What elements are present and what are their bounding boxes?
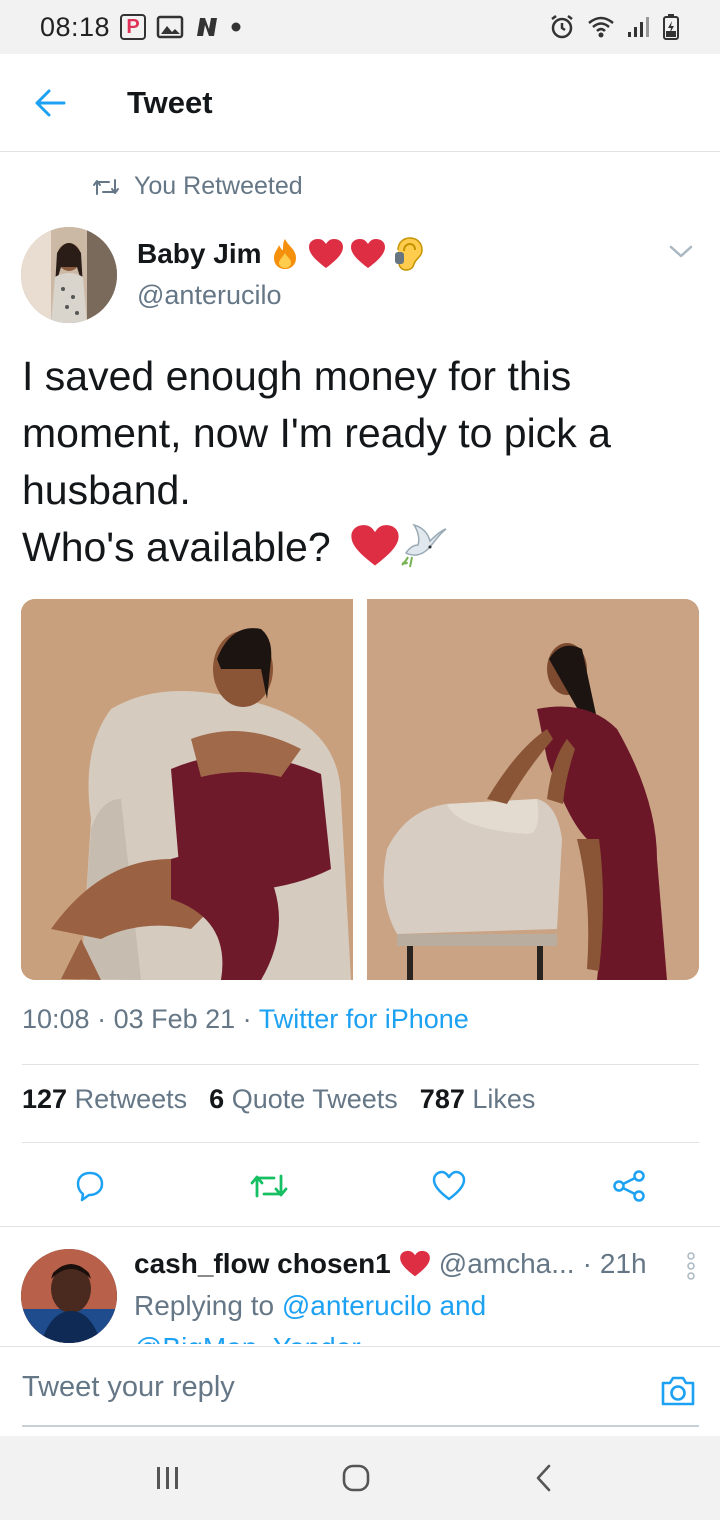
heart-emoji-icon	[308, 239, 343, 268]
composer-underline	[22, 1425, 699, 1427]
chevron-down-icon	[669, 245, 693, 258]
retweets-count: 127	[22, 1084, 68, 1114]
wifi-icon	[586, 14, 616, 40]
status-bar: 08:18 P	[0, 0, 720, 54]
quote-label: Quote Tweets	[231, 1084, 398, 1114]
reply-author-name[interactable]: cash_flow chosen1	[134, 1248, 391, 1280]
likes-stat[interactable]: 787 Likes	[420, 1084, 536, 1115]
reply-header: cash_flow chosen1 @amcha... · 21h	[134, 1248, 647, 1280]
battery-icon	[662, 13, 680, 41]
back-arrow-icon	[35, 89, 66, 116]
tweet-text-line: moment, now I'm ready to pick a	[22, 410, 611, 456]
author-avatar[interactable]	[21, 227, 117, 323]
home-button[interactable]	[326, 1456, 386, 1500]
reply-context: Replying to @anterucilo and	[134, 1290, 486, 1322]
camera-button[interactable]	[658, 1371, 698, 1411]
like-button[interactable]	[423, 1160, 475, 1212]
retweets-label: Retweets	[74, 1084, 188, 1114]
tweet-text-line: I saved enough money for this	[22, 353, 572, 399]
reply-dot: ·	[582, 1248, 592, 1279]
dove-emoji-icon	[401, 523, 447, 568]
tweet-photo-2[interactable]	[367, 599, 699, 980]
share-icon	[613, 1170, 645, 1202]
ear-emoji-icon	[394, 237, 423, 271]
gallery-icon	[156, 14, 184, 40]
reply-input[interactable]	[22, 1365, 622, 1409]
alarm-icon	[548, 13, 576, 41]
quote-tweets-stat[interactable]: 6 Quote Tweets	[209, 1084, 398, 1115]
retweet-small-icon	[93, 178, 119, 195]
tweet-time: 10:08	[22, 1004, 90, 1034]
quote-count: 6	[209, 1084, 225, 1114]
page-title: Tweet	[127, 84, 213, 120]
tweet-source-link[interactable]: Twitter for iPhone	[259, 1004, 469, 1034]
signal-icon	[626, 15, 652, 39]
author-name[interactable]: Baby Jim	[137, 238, 262, 270]
n-icon	[194, 15, 220, 39]
likes-label: Likes	[472, 1084, 536, 1114]
replying-to-link-more[interactable]: @BigMan_Yonder	[134, 1332, 361, 1344]
chevron-left-icon	[536, 1464, 551, 1492]
reply-avatar[interactable]	[21, 1249, 117, 1343]
reply-icon	[76, 1171, 104, 1202]
tweet-date: 03 Feb 21	[113, 1004, 236, 1034]
tweet-photo-1[interactable]	[21, 599, 353, 980]
paypal-icon: P	[120, 14, 147, 40]
reply-author-handle: @amcha...	[438, 1248, 575, 1279]
tweet-timestamp: 10:08 · 03 Feb 21 · Twitter for iPhone	[22, 1004, 469, 1034]
tweet-text-line: husband.	[22, 467, 191, 513]
retweet-context: You Retweeted	[92, 172, 303, 201]
author-block: Baby Jim @anterucilo	[137, 236, 424, 311]
photo-woman-seated-chair-icon	[21, 599, 353, 980]
photo-woman-leaning-chair-icon	[367, 599, 699, 980]
heart-emoji-icon	[350, 239, 385, 268]
status-time: 08:18	[40, 11, 111, 42]
reply-button[interactable]	[64, 1160, 116, 1212]
retweet-icon	[250, 1174, 288, 1198]
replying-to-link[interactable]: @anterucilo and	[282, 1290, 486, 1321]
camera-icon	[661, 1376, 695, 1406]
share-button[interactable]	[603, 1160, 655, 1212]
vertical-dots-icon	[687, 1252, 695, 1280]
system-nav-bar	[0, 1436, 720, 1520]
tweet-actions	[0, 1160, 720, 1212]
recent-apps-icon	[157, 1467, 178, 1489]
tweet-text: I saved enough money for this moment, no…	[22, 348, 702, 576]
retweet-context-label: You Retweeted	[134, 172, 303, 200]
app-header: Tweet	[0, 54, 720, 152]
likes-count: 787	[419, 1084, 465, 1114]
tweet-text-line: Who's available?	[22, 524, 331, 570]
divider	[0, 1226, 720, 1227]
reply-composer	[0, 1346, 720, 1436]
tweet-menu-button[interactable]	[668, 244, 694, 265]
author-handle: @anterucilo	[137, 280, 282, 310]
divider	[22, 1142, 699, 1143]
retweets-stat[interactable]: 127 Retweets	[22, 1084, 187, 1115]
fire-emoji-icon	[273, 239, 296, 269]
replying-prefix: Replying to	[134, 1290, 275, 1321]
reply-age: 21h	[599, 1248, 647, 1279]
divider	[22, 1064, 699, 1065]
heart-emoji-icon	[399, 1250, 430, 1277]
reply-tweet[interactable]: cash_flow chosen1 @amcha... · 21h Replyi…	[0, 1244, 720, 1344]
heart-emoji-icon	[351, 525, 399, 566]
tweet-text-line-last: Who's available?	[22, 519, 702, 576]
tweet-stats: 127 Retweets 6 Quote Tweets 787 Likes	[22, 1084, 535, 1115]
system-back-button[interactable]	[514, 1456, 574, 1500]
retweet-button[interactable]	[243, 1160, 295, 1212]
recent-apps-button[interactable]	[138, 1456, 198, 1500]
reply-menu-button[interactable]	[686, 1252, 696, 1285]
back-button[interactable]	[0, 54, 100, 152]
home-icon	[342, 1464, 370, 1492]
heart-outline-icon	[432, 1170, 466, 1201]
dot-icon	[230, 21, 242, 33]
